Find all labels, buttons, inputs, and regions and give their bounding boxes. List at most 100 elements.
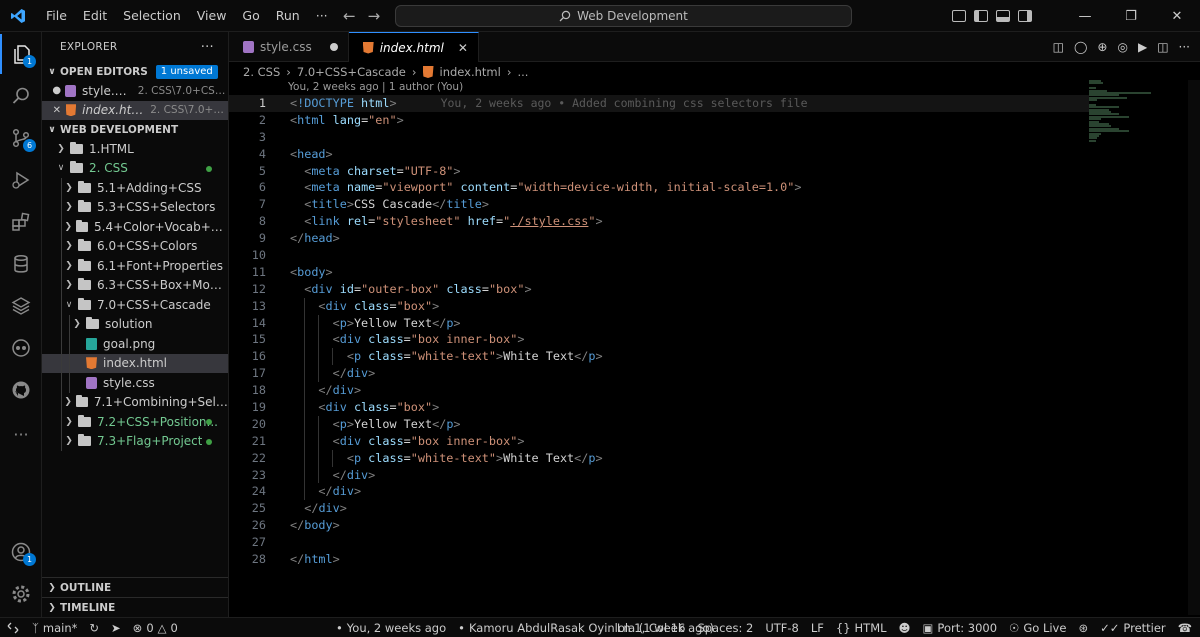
menu-view[interactable]: View xyxy=(189,0,235,32)
tree-folder[interactable]: ❯ 7.2+CSS+Position... xyxy=(42,412,228,432)
timeline-section[interactable]: ❯ TIMELINE xyxy=(42,597,228,617)
open-editor-item[interactable]: ✕ index.html 2. CSS\7.0+C... xyxy=(42,100,228,120)
code-line: 5 <meta charset="UTF-8"> xyxy=(229,163,1089,180)
line-number: 5 xyxy=(258,163,266,178)
forward-arrow-icon[interactable]: → xyxy=(368,7,381,25)
indent-guide xyxy=(318,348,319,366)
stylesheet-link[interactable]: ./style.css xyxy=(510,214,588,228)
minimize-button[interactable]: — xyxy=(1062,0,1108,32)
tree-folder[interactable]: ∨ 2. CSS xyxy=(42,159,228,179)
open-preview-icon[interactable]: ◫ xyxy=(1053,40,1064,54)
breadcrumb-item[interactable]: 7.0+CSS+Cascade xyxy=(297,65,406,79)
menu-go[interactable]: Go xyxy=(234,0,267,32)
port-indicator[interactable]: ▣ Port: 3000 xyxy=(917,618,1003,637)
tree-folder[interactable]: ❯ 5.4+Color+Vocab+Proj... xyxy=(42,217,228,237)
breadcrumb-item[interactable]: index.html xyxy=(440,65,501,79)
tree-folder[interactable]: ❯ 6.3+CSS+Box+Model xyxy=(42,275,228,295)
menu-file[interactable]: File xyxy=(38,0,75,32)
git-commit-icon[interactable]: ⊕ xyxy=(1097,40,1107,54)
git-modified-dot xyxy=(206,419,212,425)
activity-search[interactable] xyxy=(0,76,42,116)
problems-indicator[interactable]: ⊗ 0 △ 0 xyxy=(127,618,184,637)
language-mode[interactable]: {} HTML xyxy=(830,618,893,637)
tree-folder[interactable]: ❯ 1.HTML xyxy=(42,139,228,159)
breadcrumb-item[interactable]: 2. CSS xyxy=(243,65,280,79)
remote-indicator[interactable] xyxy=(0,618,26,637)
unsaved-dot-icon[interactable]: ● xyxy=(50,85,63,96)
go-back-icon[interactable]: ◎ xyxy=(1117,40,1127,54)
tree-folder[interactable]: ∨ 7.0+CSS+Cascade xyxy=(42,295,228,315)
tree-folder[interactable]: ❯ 7.1+Combining+Select... xyxy=(42,392,228,412)
restore-button[interactable]: ❐ xyxy=(1108,0,1154,32)
run-icon[interactable]: ▶ xyxy=(1138,40,1147,54)
cursor-position[interactable]: Ln 1, Col 16 xyxy=(611,618,692,637)
activity-explorer[interactable]: 1 xyxy=(0,34,42,74)
tree-file[interactable]: style.css xyxy=(42,373,228,393)
tree-folder[interactable]: ❯ solution xyxy=(42,314,228,334)
indent-guide xyxy=(318,415,319,433)
close-icon[interactable]: ✕ xyxy=(50,105,64,116)
git-blame[interactable]: • You, 2 weeks ago xyxy=(330,618,452,637)
notifications[interactable]: ☎ xyxy=(1172,618,1198,637)
ports-forward[interactable]: ⊛ xyxy=(1072,618,1094,637)
activity-extensions[interactable] xyxy=(0,202,42,242)
back-arrow-icon[interactable]: ← xyxy=(343,7,356,25)
toggle-sidebar-icon[interactable] xyxy=(974,10,988,22)
git-compare-icon[interactable]: ◯ xyxy=(1074,40,1087,54)
indentation[interactable]: Spaces: 2 xyxy=(691,618,759,637)
encoding[interactable]: UTF-8 xyxy=(759,618,805,637)
git-branch[interactable]: ᛉ main* xyxy=(26,618,83,637)
line-number: 21 xyxy=(251,433,266,448)
indent-guide xyxy=(61,431,62,451)
activity-more-icon[interactable]: ··· xyxy=(0,414,42,454)
outline-section[interactable]: ❯ OUTLINE xyxy=(42,577,228,597)
publish-button[interactable]: ➤ xyxy=(105,618,127,637)
explorer-more-icon[interactable]: ··· xyxy=(201,40,214,55)
unsaved-dot-icon[interactable] xyxy=(329,43,338,51)
close-window-button[interactable]: ✕ xyxy=(1154,0,1200,32)
activity-github[interactable] xyxy=(0,370,42,410)
activity-run-debug[interactable] xyxy=(0,160,42,200)
menu-selection[interactable]: Selection xyxy=(115,0,189,32)
customize-layout-icon[interactable] xyxy=(952,10,966,22)
codelens-author[interactable]: You, 2 weeks ago | 1 author (You) xyxy=(229,80,1089,95)
tree-folder[interactable]: ❯ 6.1+Font+Properties xyxy=(42,256,228,276)
command-center[interactable]: Web Development xyxy=(395,5,852,27)
menu-edit[interactable]: Edit xyxy=(75,0,115,32)
tree-folder[interactable]: ❯ 7.3+Flag+Project xyxy=(42,431,228,451)
activity-source-control[interactable]: 6 xyxy=(0,118,42,158)
sync-button[interactable]: ↻ xyxy=(83,618,105,637)
split-editor-icon[interactable]: ◫ xyxy=(1157,40,1168,54)
activity-database[interactable] xyxy=(0,244,42,284)
breadcrumb-item[interactable]: ... xyxy=(517,65,528,79)
toggle-secondary-sidebar-icon[interactable] xyxy=(1018,10,1032,22)
live-share[interactable]: ☻ xyxy=(893,618,917,637)
tree-file[interactable]: index.html xyxy=(42,353,228,373)
code-line: 8 <link rel="stylesheet" href="./style.c… xyxy=(229,213,1089,230)
more-actions-icon[interactable]: ··· xyxy=(1179,40,1190,54)
prettier-status[interactable]: ✓✓ Prettier xyxy=(1094,618,1172,637)
open-editors-section[interactable]: ∨ OPEN EDITORS 1 unsaved xyxy=(42,62,228,81)
workspace-section[interactable]: ∨ WEB DEVELOPMENT xyxy=(42,120,228,139)
code-editor[interactable]: You, 2 weeks ago | 1 author (You) 1 <!DOC… xyxy=(229,80,1089,615)
menu-more[interactable]: ··· xyxy=(308,0,336,32)
activity-accounts[interactable]: 1 xyxy=(0,532,42,572)
tree-folder[interactable]: ❯ 5.3+CSS+Selectors xyxy=(42,197,228,217)
tree-folder[interactable]: ❯ 6.0+CSS+Colors xyxy=(42,236,228,256)
open-editor-item[interactable]: ● style.css 2. CSS\7.0+CSS... xyxy=(42,81,228,101)
tree-folder[interactable]: ❯ 5.1+Adding+CSS xyxy=(42,178,228,198)
editor-scrollbar[interactable] xyxy=(1188,80,1200,615)
activity-copilot[interactable] xyxy=(0,328,42,368)
menu-run[interactable]: Run xyxy=(268,0,308,32)
tab-style-css[interactable]: style.css xyxy=(229,32,349,62)
minimap[interactable] xyxy=(1089,80,1189,142)
toggle-panel-icon[interactable] xyxy=(996,10,1010,22)
chevron-right-icon: ❯ xyxy=(48,602,56,613)
go-live-button[interactable]: ☉ Go Live xyxy=(1003,618,1072,637)
tree-file[interactable]: goal.png xyxy=(42,334,228,354)
line-ending[interactable]: LF xyxy=(805,618,830,637)
tab-index-html[interactable]: index.html ✕ xyxy=(348,32,479,62)
activity-manage[interactable] xyxy=(0,574,42,614)
activity-layers[interactable] xyxy=(0,286,42,326)
close-icon[interactable]: ✕ xyxy=(458,41,468,55)
